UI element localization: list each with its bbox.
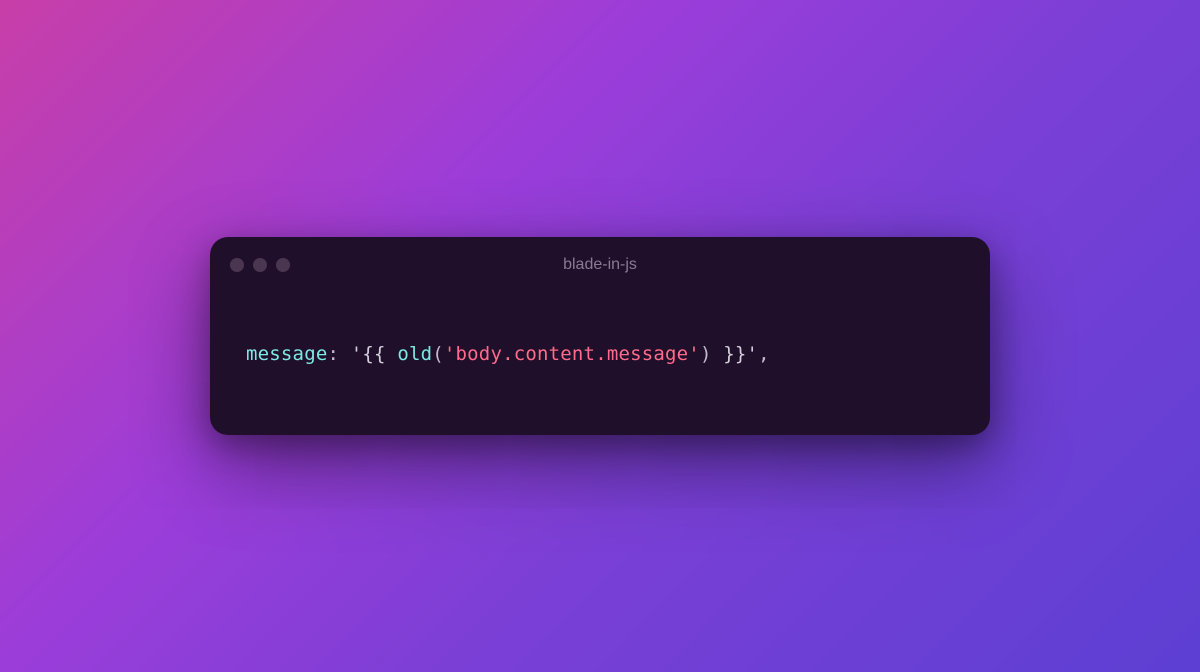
- close-button[interactable]: [230, 258, 244, 272]
- code-token-string-open: '{{: [351, 343, 398, 365]
- code-token-paren-open: (: [432, 343, 444, 365]
- code-token-argument: 'body.content.message': [444, 343, 700, 365]
- code-window: blade-in-js message: '{{ old('body.conte…: [210, 237, 990, 435]
- code-token-string-close: }}': [712, 343, 759, 365]
- traffic-lights: [230, 258, 290, 272]
- minimize-button[interactable]: [253, 258, 267, 272]
- code-token-paren-close: ): [700, 343, 712, 365]
- code-token-trailing: ,: [758, 343, 770, 365]
- window-titlebar: blade-in-js: [210, 237, 990, 293]
- code-token-key: message: [246, 343, 327, 365]
- maximize-button[interactable]: [276, 258, 290, 272]
- code-token-function: old: [397, 343, 432, 365]
- code-token-colon: :: [327, 343, 350, 365]
- code-line: message: '{{ old('body.content.message')…: [246, 343, 954, 365]
- window-title: blade-in-js: [230, 256, 970, 274]
- code-editor[interactable]: message: '{{ old('body.content.message')…: [210, 293, 990, 435]
